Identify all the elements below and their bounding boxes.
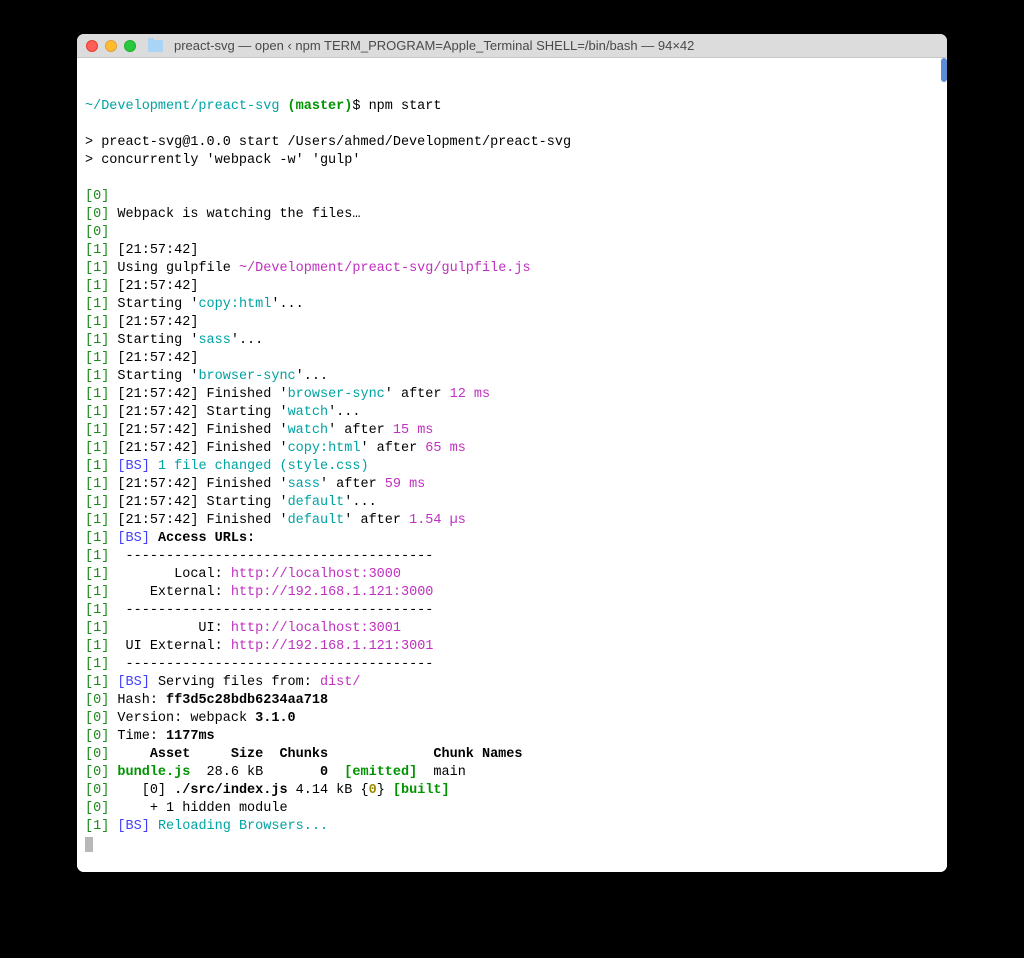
prefix-1: [1] — [85, 675, 109, 690]
divider: -------------------------------------- — [117, 657, 433, 672]
external-url: http://192.168.1.121:3000 — [231, 585, 434, 600]
hidden-modules: + 1 hidden module — [117, 801, 287, 816]
prefix-1: [1] — [85, 585, 109, 600]
timestamp: [21:57:42] — [117, 315, 198, 330]
prefix-1: [1] — [85, 387, 109, 402]
timestamp: [21:57:42] — [117, 279, 198, 294]
prompt-path: ~/Development/preact-svg — [85, 99, 279, 114]
prefix-1: [1] — [85, 405, 109, 420]
timestamp: [21:57:42] — [117, 243, 198, 258]
window-titlebar[interactable]: preact-svg — open ‹ npm TERM_PROGRAM=App… — [77, 34, 947, 58]
prefix-1: [1] — [85, 441, 109, 456]
cursor-icon — [85, 837, 93, 852]
prefix-1: [1] — [85, 549, 109, 564]
prompt-symbol: $ — [352, 99, 360, 114]
timestamp: [21:57:42] — [117, 351, 198, 366]
terminal-output[interactable]: ~/Development/preact-svg (master)$ npm s… — [77, 58, 947, 872]
window-title: preact-svg — open ‹ npm TERM_PROGRAM=App… — [174, 38, 694, 53]
prefix-0: [0] — [85, 783, 109, 798]
build-time: 1177ms — [166, 729, 215, 744]
prefix-1: [1] — [85, 423, 109, 438]
webpack-version: 3.1.0 — [255, 711, 296, 726]
prefix-0: [0] — [85, 189, 109, 204]
webpack-hash: ff3d5c28bdb6234aa718 — [166, 693, 328, 708]
timestamp: [21:57:42] — [117, 405, 198, 420]
bs-tag: [BS] — [117, 819, 149, 834]
prefix-1: [1] — [85, 459, 109, 474]
divider: -------------------------------------- — [117, 603, 433, 618]
prefix-1: [1] — [85, 495, 109, 510]
prefix-1: [1] — [85, 297, 109, 312]
timestamp: [21:57:42] — [117, 477, 198, 492]
close-icon[interactable] — [86, 40, 98, 52]
prefix-0: [0] — [85, 207, 109, 222]
gulpfile-path: ~/Development/preact-svg/gulpfile.js — [239, 261, 531, 276]
prefix-1: [1] — [85, 477, 109, 492]
bundle-name: bundle.js — [117, 765, 190, 780]
emitted-tag: [emitted] — [344, 765, 417, 780]
bs-tag: [BS] — [117, 459, 149, 474]
prompt-branch: (master) — [288, 99, 353, 114]
prompt-command: npm start — [369, 99, 442, 114]
built-tag: [built] — [393, 783, 450, 798]
prefix-1: [1] — [85, 261, 109, 276]
prefix-1: [1] — [85, 351, 109, 366]
prefix-1: [1] — [85, 243, 109, 258]
prefix-1: [1] — [85, 819, 109, 834]
npm-line-2: > concurrently 'webpack -w' 'gulp' — [85, 153, 360, 168]
prefix-1: [1] — [85, 513, 109, 528]
ui-external-url: http://192.168.1.121:3001 — [231, 639, 434, 654]
ui-url: http://localhost:3001 — [231, 621, 401, 636]
entry-file: ./src/index.js — [174, 783, 287, 798]
prefix-0: [0] — [85, 693, 109, 708]
prefix-1: [1] — [85, 567, 109, 582]
prefix-1: [1] — [85, 603, 109, 618]
terminal-window: preact-svg — open ‹ npm TERM_PROGRAM=App… — [77, 34, 947, 872]
prefix-1: [1] — [85, 621, 109, 636]
prefix-1: [1] — [85, 639, 109, 654]
bs-tag: [BS] — [117, 531, 149, 546]
timestamp: [21:57:42] — [117, 387, 198, 402]
reloading-msg: Reloading Browsers... — [158, 819, 328, 834]
prefix-1: [1] — [85, 315, 109, 330]
timestamp: [21:57:42] — [117, 441, 198, 456]
prefix-1: [1] — [85, 657, 109, 672]
prefix-1: [1] — [85, 279, 109, 294]
assets-header: Asset Size Chunks Chunk Names — [117, 747, 522, 762]
folder-icon — [148, 40, 163, 52]
webpack-watching: Webpack is watching the files… — [117, 207, 360, 222]
npm-line-1: > preact-svg@1.0.0 start /Users/ahmed/De… — [85, 135, 571, 150]
scrollbar[interactable] — [941, 58, 947, 82]
prefix-0: [0] — [85, 747, 109, 762]
prefix-0: [0] — [85, 225, 109, 240]
prefix-1: [1] — [85, 531, 109, 546]
divider: -------------------------------------- — [117, 549, 433, 564]
minimize-icon[interactable] — [105, 40, 117, 52]
prefix-0: [0] — [85, 711, 109, 726]
timestamp: [21:57:42] — [117, 423, 198, 438]
prefix-1: [1] — [85, 333, 109, 348]
timestamp: [21:57:42] — [117, 513, 198, 528]
prefix-0: [0] — [85, 765, 109, 780]
prefix-1: [1] — [85, 369, 109, 384]
zoom-icon[interactable] — [124, 40, 136, 52]
prefix-0: [0] — [85, 801, 109, 816]
access-urls-header: Access URLs: — [158, 531, 255, 546]
prefix-0: [0] — [85, 729, 109, 744]
dist-path: dist/ — [320, 675, 361, 690]
local-url: http://localhost:3000 — [231, 567, 401, 582]
timestamp: [21:57:42] — [117, 495, 198, 510]
bs-tag: [BS] — [117, 675, 149, 690]
